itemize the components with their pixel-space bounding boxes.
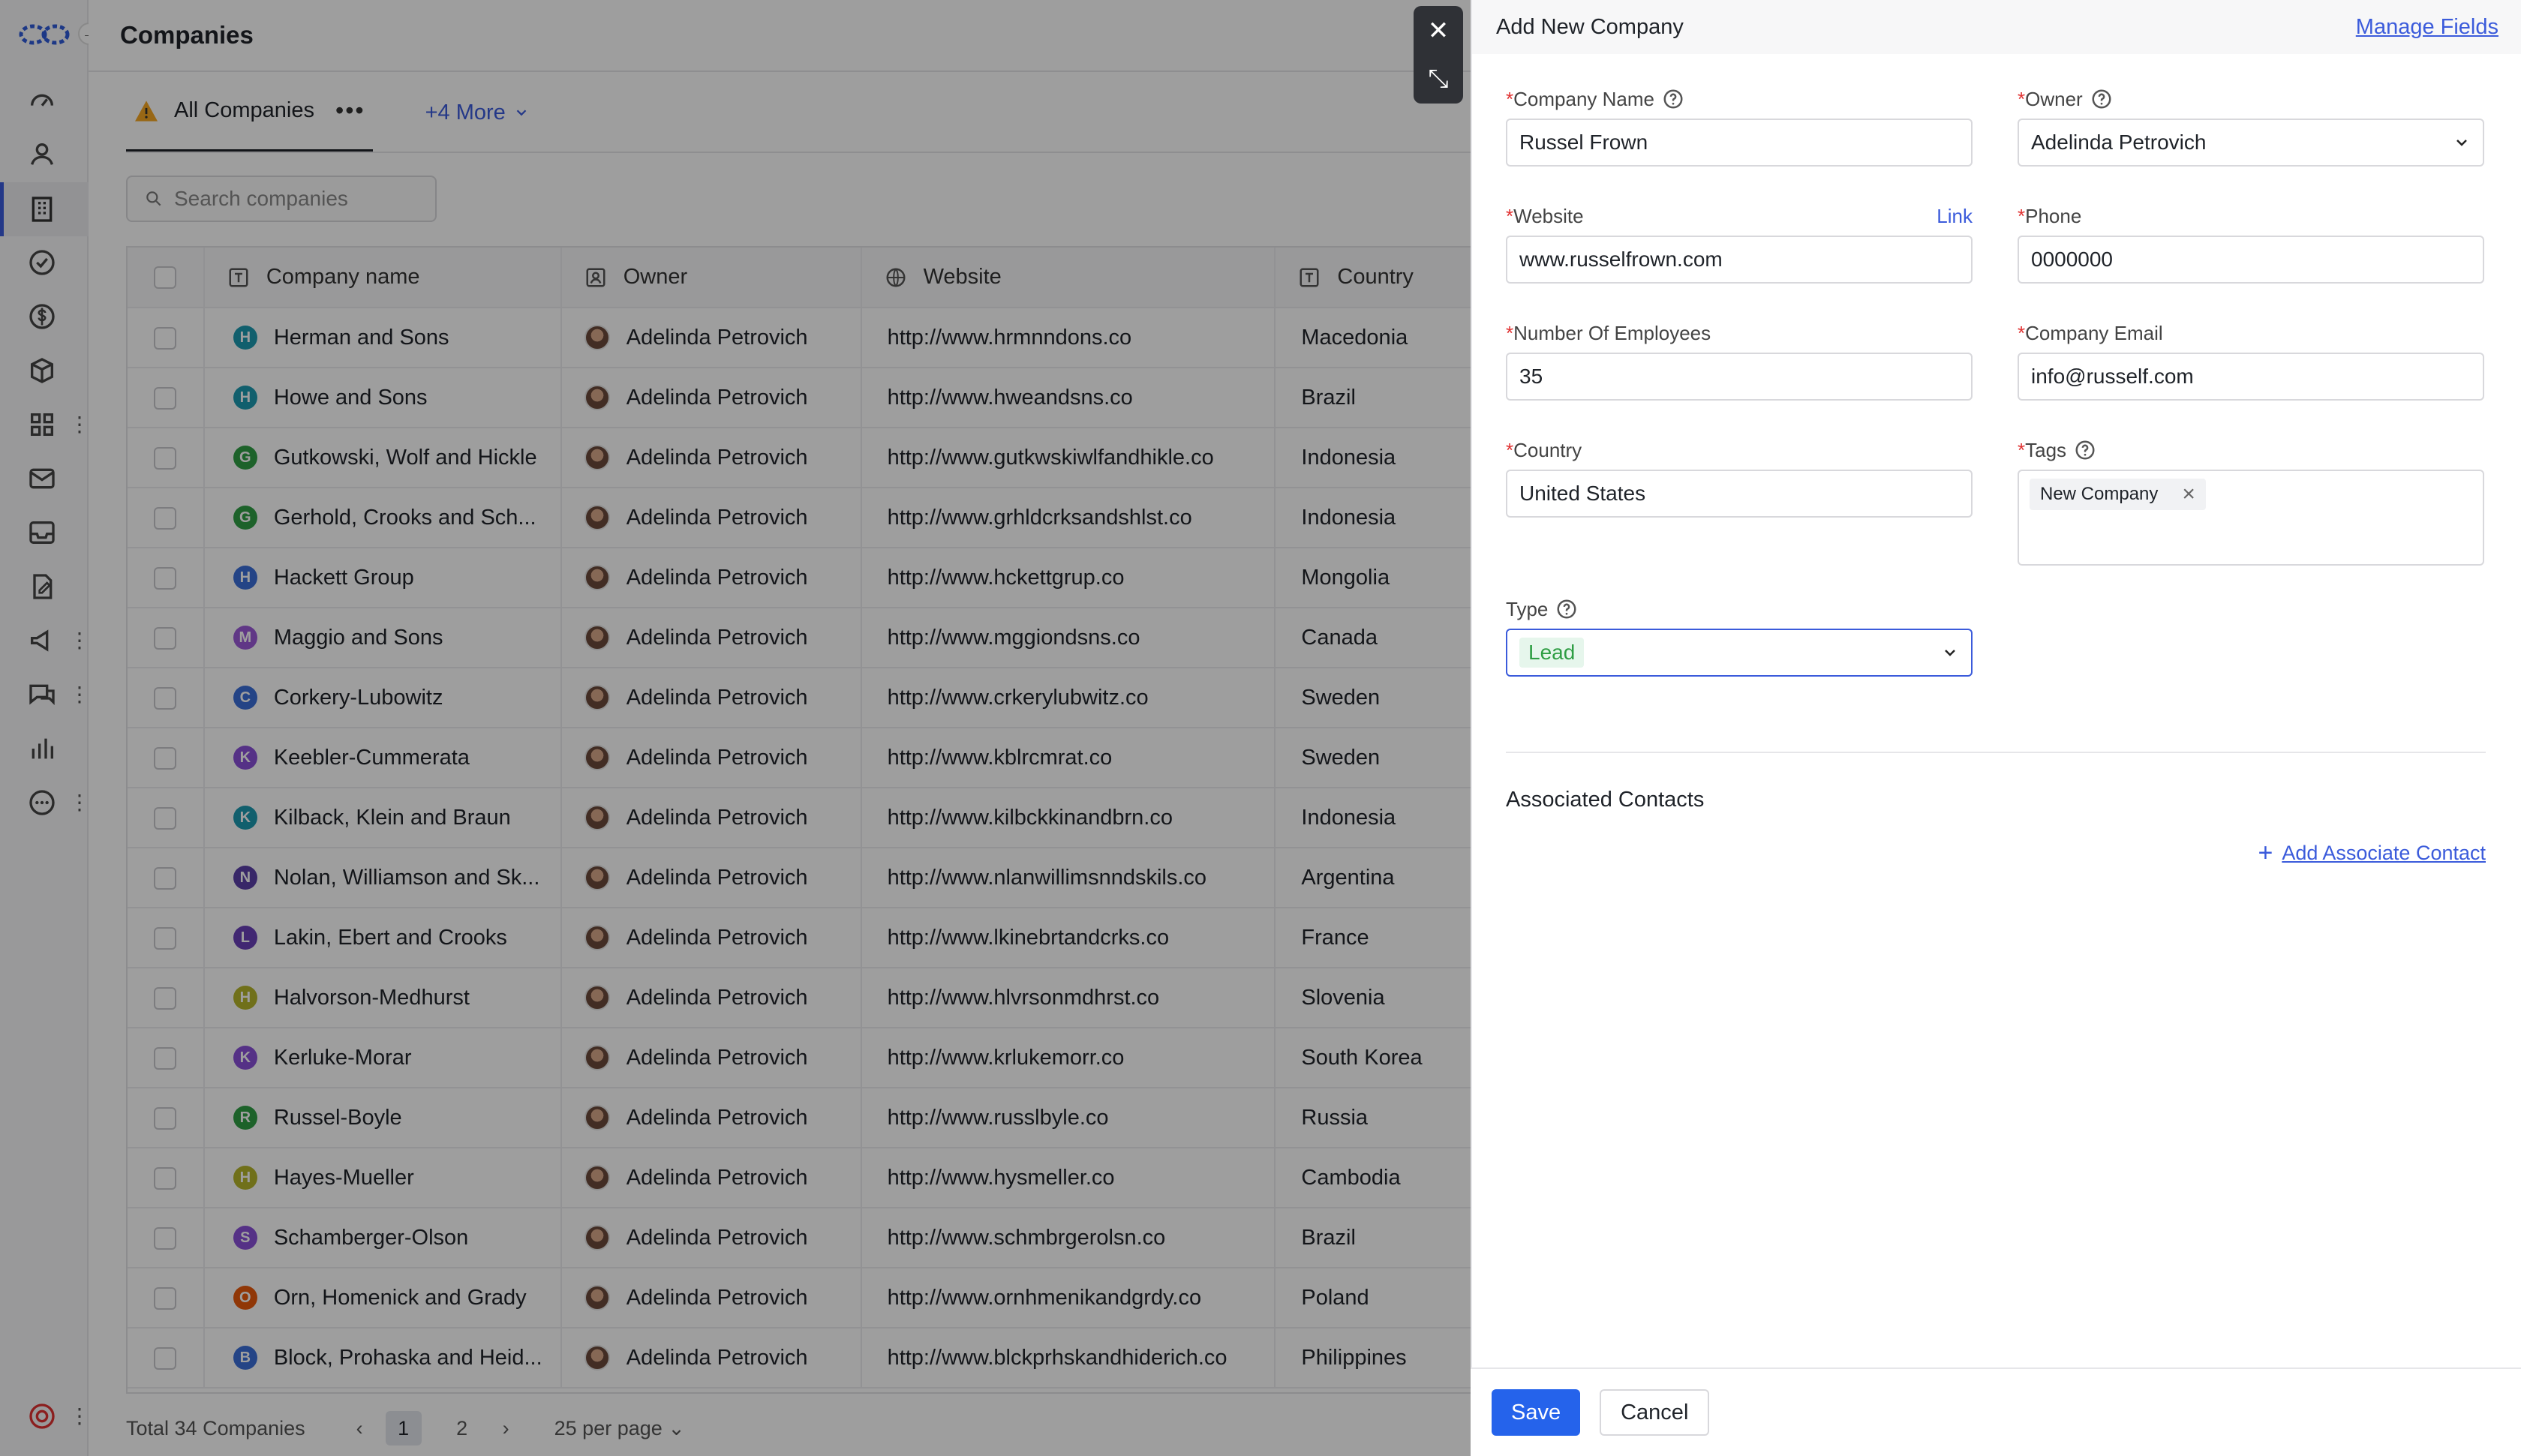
tags-field: * Tags New Company ×: [2018, 435, 2484, 566]
input-value: Russel Frown: [1519, 131, 1648, 154]
company-name-input[interactable]: Russel Frown: [1506, 119, 1973, 167]
add-associate-contact-button[interactable]: + Add Associate Contact: [2258, 839, 2486, 868]
company-name-field: * Company Name Russel Frown: [1506, 84, 1973, 167]
field-label: Tags: [2025, 438, 2067, 461]
country-field: * Country United States: [1506, 435, 1973, 518]
panel-header: Add New Company Manage Fields: [1472, 0, 2521, 54]
help-icon[interactable]: [1662, 88, 1684, 110]
input-value: info@rusself.com: [2031, 365, 2194, 388]
tag-label: New Company: [2040, 484, 2159, 504]
employees-field: * Number Of Employees 35: [1506, 318, 1973, 401]
modal-overlay[interactable]: [0, 0, 1471, 1456]
field-label: Country: [1513, 438, 1582, 461]
panel-window-controls: ✕ ⤡: [1414, 6, 1463, 104]
field-label: Website: [1513, 204, 1584, 227]
panel-footer: Save Cancel: [1471, 1367, 2521, 1456]
associated-contacts-title: Associated Contacts: [1506, 788, 1705, 812]
owner-select[interactable]: Adelinda Petrovich: [2018, 119, 2484, 167]
tag-chip: New Company ×: [2030, 479, 2206, 510]
input-value: 35: [1519, 365, 1543, 388]
field-label: Phone: [2025, 204, 2082, 227]
remove-tag-icon[interactable]: ×: [2182, 483, 2195, 506]
add-contact-label: Add Associate Contact: [2282, 842, 2486, 864]
field-label: Number Of Employees: [1513, 321, 1711, 344]
type-field: Type Lead: [1506, 594, 1973, 677]
help-icon[interactable]: [1555, 598, 1578, 620]
plus-icon: +: [2258, 839, 2273, 867]
phone-field: * Phone 0000000: [2018, 201, 2484, 284]
chevron-down-icon: [1945, 650, 1955, 656]
type-value-pill: Lead: [1519, 638, 1585, 668]
chevron-down-icon: [2456, 140, 2467, 146]
input-value: United States: [1519, 482, 1646, 505]
phone-input[interactable]: 0000000: [2018, 236, 2484, 284]
help-icon[interactable]: [2090, 88, 2113, 110]
website-link-button[interactable]: Link: [1937, 205, 1973, 228]
section-divider: [1506, 752, 2486, 753]
panel-title: Add New Company: [1496, 14, 1684, 39]
field-label: Type: [1506, 597, 1549, 620]
website-input[interactable]: www.russelfrown.com: [1506, 236, 1973, 284]
input-value: www.russelfrown.com: [1519, 248, 1723, 271]
field-label: Owner: [2025, 87, 2083, 110]
cancel-button[interactable]: Cancel: [1600, 1389, 1710, 1436]
country-input[interactable]: United States: [1506, 470, 1973, 518]
field-label: Company Name: [1513, 87, 1654, 110]
close-icon[interactable]: ✕: [1428, 16, 1450, 46]
email-field: * Company Email info@rusself.com: [2018, 318, 2484, 401]
input-value: 0000000: [2031, 248, 2114, 271]
help-icon[interactable]: [2074, 439, 2096, 461]
minimize-icon[interactable]: ⤡: [1428, 65, 1448, 94]
website-field: * Website Link www.russelfrown.com: [1506, 201, 1973, 284]
type-select[interactable]: Lead: [1506, 629, 1973, 677]
save-button[interactable]: Save: [1492, 1389, 1581, 1436]
employees-input[interactable]: 35: [1506, 353, 1973, 401]
manage-fields-link[interactable]: Manage Fields: [2356, 15, 2498, 40]
select-value: Adelinda Petrovich: [2031, 131, 2207, 154]
email-input[interactable]: info@rusself.com: [2018, 353, 2484, 401]
tags-input[interactable]: New Company ×: [2018, 470, 2484, 566]
owner-field: * Owner Adelinda Petrovich: [2018, 84, 2484, 167]
field-label: Company Email: [2025, 321, 2163, 344]
